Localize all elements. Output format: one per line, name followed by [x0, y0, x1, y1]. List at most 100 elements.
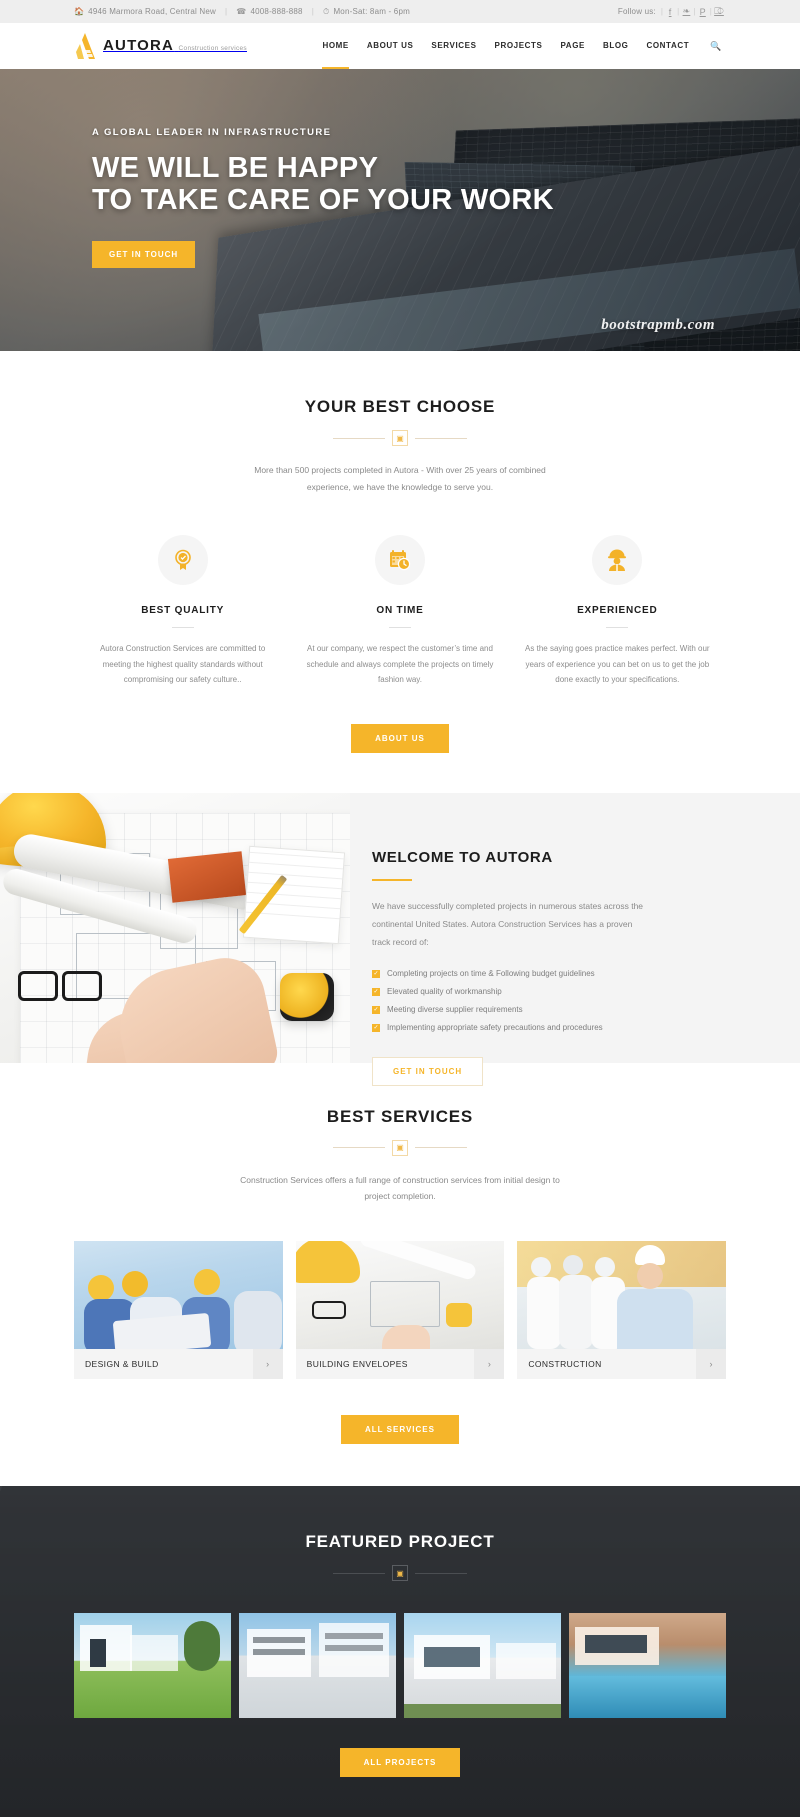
nav-item-projects[interactable]: PROJECTS: [486, 23, 552, 69]
louver: [325, 1633, 383, 1640]
check-square-icon: ✓: [372, 1023, 380, 1032]
nav-item-services[interactable]: SERVICES: [422, 23, 485, 69]
checklist-label: Elevated quality of workmanship: [387, 987, 502, 997]
house-volume: [496, 1643, 556, 1680]
calendar-clock-icon: [374, 535, 425, 586]
tape-measure: [445, 1303, 472, 1328]
blueprint-rect: [369, 1281, 440, 1328]
feature-item-experienced: EXPERIENCED As the saying goes practice …: [509, 535, 726, 688]
top-bar-contact-group: 🏠 4946 Marmora Road, Central New | ☎ 400…: [74, 7, 410, 17]
feature-list: BEST QUALITY Autora Construction Service…: [74, 535, 726, 688]
louver: [253, 1649, 305, 1656]
feature-description: As the saying goes practice makes perfec…: [525, 644, 710, 685]
worker-body: [559, 1275, 594, 1350]
project-thumbnail-1[interactable]: [74, 1613, 231, 1719]
hero-content: A GLOBAL LEADER IN INFRASTRUCTURE WE WIL…: [0, 69, 800, 268]
top-bar-phone: ☎ 4008-888-888: [236, 7, 302, 16]
divider-line-left: [333, 1572, 385, 1574]
check-square-icon: ✓: [372, 1005, 380, 1014]
chevron-right-icon[interactable]: ›: [474, 1349, 505, 1380]
checklist-label: Implementing appropriate safety precauti…: [387, 1023, 603, 1033]
twitter-icon[interactable]: ❧: [679, 6, 693, 17]
service-card-design-build[interactable]: DESIGN & BUILD ›: [74, 1241, 283, 1380]
helmet-blob: [88, 1275, 114, 1302]
service-card-construction[interactable]: CONSTRUCTION ›: [517, 1241, 727, 1380]
hero-kicker: A GLOBAL LEADER IN INFRASTRUCTURE: [92, 127, 332, 138]
glasses: [311, 1301, 346, 1320]
section-divider: ▣: [74, 1139, 726, 1156]
all-services-button[interactable]: ALL SERVICES: [341, 1415, 459, 1445]
rss-icon[interactable]: ⎄: [712, 6, 726, 17]
chevron-right-icon[interactable]: ›: [252, 1349, 283, 1380]
best-choose-subtitle: More than 500 projects completed in Auto…: [254, 465, 546, 492]
services-grid: DESIGN & BUILD › BUILDING ENVELOPES › CO…: [74, 1241, 727, 1380]
feature-name: BEST QUALITY: [141, 605, 225, 617]
service-name: DESIGN & BUILD: [85, 1359, 159, 1370]
worker-body: [617, 1289, 694, 1350]
divider-line-right: [415, 1147, 467, 1149]
checklist-label: Completing projects on time & Following …: [387, 969, 595, 979]
section-divider: ▣: [74, 430, 726, 446]
checklist-item: ✓ Implementing appropriate safety precau…: [372, 1023, 800, 1032]
feature-rule: [171, 627, 194, 629]
about-us-button[interactable]: ABOUT US: [351, 723, 449, 753]
notebook-illustration: [242, 845, 346, 945]
logo[interactable]: AUTORA Construction services: [74, 33, 247, 59]
award-badge-icon: [157, 535, 208, 586]
featured-cta-wrap: ALL PROJECTS: [74, 1748, 726, 1778]
logo-text: AUTORA Construction services: [103, 37, 247, 55]
featured-title: FEATURED PROJECT: [305, 1532, 495, 1552]
nav-item-home[interactable]: HOME: [313, 23, 357, 69]
nav-item-contact[interactable]: CONTACT: [637, 23, 698, 69]
best-choose-cta-wrap: ABOUT US: [74, 723, 726, 753]
watermark: bootstrapmb.com: [601, 317, 715, 333]
project-thumbnail-3[interactable]: [404, 1613, 561, 1719]
feature-item-best-quality: BEST QUALITY Autora Construction Service…: [74, 535, 291, 688]
service-image: [517, 1241, 727, 1350]
checklist-item: ✓ Meeting diverse supplier requirements: [372, 1005, 800, 1014]
feature-description: Autora Construction Services are committ…: [99, 644, 266, 685]
service-name: BUILDING ENVELOPES: [306, 1359, 408, 1370]
nav-item-about-us[interactable]: ABOUT US: [358, 23, 423, 69]
hero-title: WE WILL BE HAPPY TO TAKE CARE OF YOUR WO…: [92, 152, 800, 217]
welcome-checklist: ✓ Completing projects on time & Followin…: [372, 969, 800, 1032]
check-square-icon: ✓: [372, 969, 380, 978]
site-header: AUTORA Construction services HOME ABOUT …: [0, 23, 800, 69]
house-volume: [80, 1625, 132, 1672]
services-title: BEST SERVICES: [326, 1106, 474, 1126]
top-bar-hours: ⏱ Mon-Sat: 8am - 6pm: [323, 7, 410, 17]
hero-get-in-touch-button[interactable]: GET IN TOUCH: [92, 240, 196, 268]
services-cta-wrap: ALL SERVICES: [74, 1415, 726, 1445]
welcome-get-in-touch-button[interactable]: GET IN TOUCH: [372, 1057, 484, 1087]
project-thumbnail-2[interactable]: [239, 1613, 396, 1719]
projects-grid: [74, 1613, 726, 1719]
welcome-rule: [372, 878, 412, 881]
checklist-label: Meeting diverse supplier requirements: [387, 1005, 523, 1015]
facebook-icon[interactable]: f: [663, 7, 677, 17]
section-divider: ▣: [74, 1565, 726, 1582]
welcome-text: We have successfully completed projects …: [372, 900, 644, 947]
service-footer: CONSTRUCTION ›: [517, 1349, 727, 1380]
pool: [569, 1676, 726, 1719]
blueprint-illustration: [0, 792, 350, 1063]
hero-banner: A GLOBAL LEADER IN INFRASTRUCTURE WE WIL…: [0, 69, 800, 351]
louver: [325, 1645, 383, 1652]
top-bar: 🏠 4946 Marmora Road, Central New | ☎ 400…: [0, 0, 800, 23]
checklist-item: ✓ Elevated quality of workmanship: [372, 987, 800, 996]
search-icon[interactable]: 🔍: [698, 23, 726, 69]
project-thumbnail-4[interactable]: [569, 1613, 726, 1719]
divider-line-left: [333, 437, 385, 439]
service-image: [74, 1241, 283, 1350]
nav-item-page[interactable]: PAGE: [551, 23, 593, 69]
nav-item-blog[interactable]: BLOG: [594, 23, 638, 69]
feature-description: At our company, we respect the customer’…: [306, 644, 494, 685]
service-card-building-envelopes[interactable]: BUILDING ENVELOPES ›: [295, 1241, 505, 1380]
house-volume: [130, 1635, 178, 1672]
welcome-title: WELCOME TO AUTORA: [372, 848, 553, 866]
all-projects-button[interactable]: ALL PROJECTS: [339, 1748, 461, 1778]
check-square-icon: ✓: [372, 987, 380, 996]
chevron-right-icon[interactable]: ›: [696, 1349, 727, 1380]
hours-text: Mon-Sat: 8am - 6pm: [333, 7, 410, 16]
pinterest-icon[interactable]: P: [696, 7, 710, 17]
main-navigation: HOME ABOUT US SERVICES PROJECTS PAGE BLO…: [313, 23, 726, 69]
